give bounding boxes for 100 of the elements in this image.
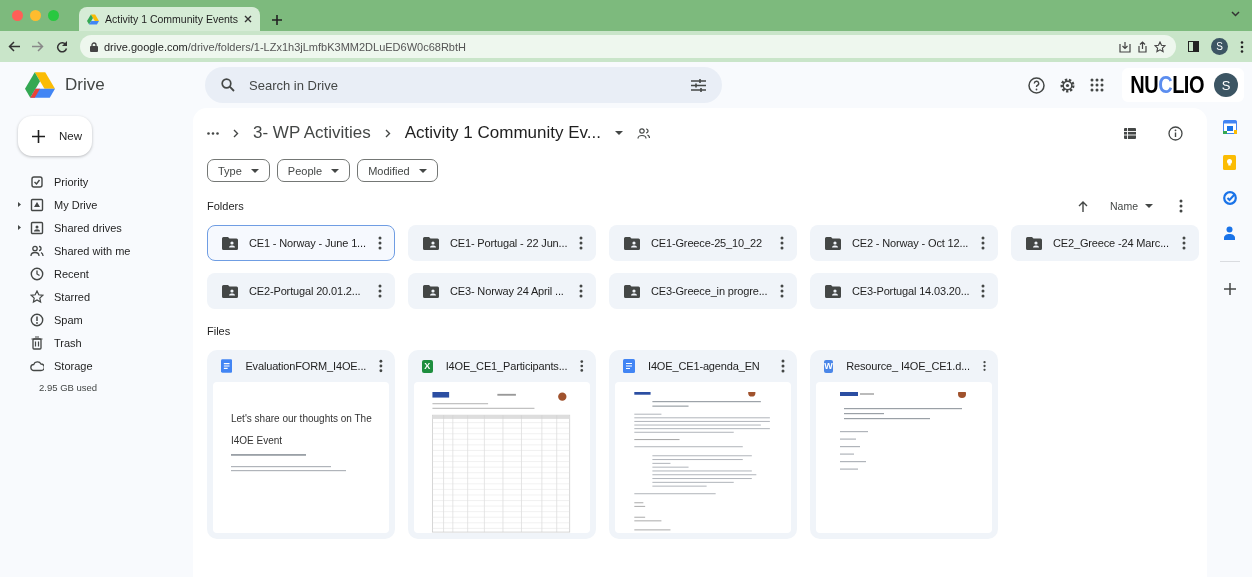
lock-icon xyxy=(90,41,98,52)
sidebar-item[interactable]: Shared drives xyxy=(18,216,193,239)
tasks-icon[interactable] xyxy=(1222,191,1237,205)
tab-title: Activity 1 Community Events xyxy=(105,13,239,25)
trash-icon xyxy=(30,335,44,350)
drive-logo-icon xyxy=(25,72,55,98)
share-icon[interactable] xyxy=(1137,40,1148,53)
list-view-icon[interactable] xyxy=(1124,127,1136,139)
more-options-icon[interactable] xyxy=(378,236,382,250)
sidebar-item[interactable]: Storage xyxy=(18,354,193,377)
breadcrumb-link[interactable]: 3- WP Activities xyxy=(253,123,371,143)
apps-grid-icon[interactable] xyxy=(1090,78,1105,92)
more-options-icon[interactable] xyxy=(378,284,382,298)
filter-chip[interactable]: Type xyxy=(207,159,270,182)
more-options-icon[interactable] xyxy=(379,359,383,373)
address-bar[interactable]: drive.google.com/drive/folders/1-LZx1h3jLmfbK3MM2DLuED6W0c68RbtH xyxy=(80,35,1176,58)
filter-chip[interactable]: People xyxy=(276,159,351,182)
priority-icon xyxy=(30,174,44,189)
sidebar-item[interactable]: Trash xyxy=(18,331,193,354)
forward-icon[interactable] xyxy=(32,41,44,52)
star-icon[interactable] xyxy=(1154,40,1166,53)
shared-folder-icon xyxy=(624,236,640,250)
more-options-icon[interactable] xyxy=(780,236,784,250)
search-icon xyxy=(221,78,235,92)
browser-tab[interactable]: Activity 1 Community Events xyxy=(79,7,261,31)
add-icon[interactable] xyxy=(1223,283,1236,295)
more-options-icon[interactable] xyxy=(981,236,985,250)
profile-avatar[interactable]: S xyxy=(1211,38,1228,55)
help-icon[interactable] xyxy=(1028,76,1046,94)
sort-direction-icon[interactable] xyxy=(1078,200,1088,212)
sidebar-item[interactable]: Recent xyxy=(18,262,193,285)
new-tab-icon[interactable] xyxy=(272,15,283,25)
side-panel-icon[interactable] xyxy=(1188,41,1199,52)
more-options-icon[interactable] xyxy=(579,236,583,250)
folder-item[interactable]: CE1-Greece-25_10_22 xyxy=(609,225,797,261)
more-options-icon[interactable] xyxy=(981,284,985,298)
caret-icon xyxy=(418,168,427,173)
folder-item[interactable]: CE3-Greece_in progre... xyxy=(609,273,797,309)
contacts-icon[interactable] xyxy=(1224,226,1235,240)
folder-item[interactable]: CE1- Portugal - 22 Jun... xyxy=(408,225,596,261)
people-icon xyxy=(30,243,44,258)
more-folders-icon[interactable] xyxy=(207,131,219,135)
more-options-icon[interactable] xyxy=(579,284,583,298)
breadcrumb-link[interactable]: Activity 1 Community Ev... xyxy=(404,123,601,143)
document-preview: Let's share our thoughts on The I4OE Event xyxy=(213,382,389,533)
url-text: drive.google.com/drive/folders/1-LZx1h3jLmfbK3MM2DLuED6W0c68RbtH xyxy=(104,40,466,53)
filter-options-icon[interactable] xyxy=(691,78,706,92)
organization-logo: NUCLIO xyxy=(1130,71,1204,99)
file-card[interactable]: I4OE_CE1-agenda_EN xyxy=(609,350,797,539)
expand-arrow-icon[interactable] xyxy=(18,225,21,230)
section-heading: Folders xyxy=(207,200,244,212)
plus-icon xyxy=(32,129,45,143)
caret-icon xyxy=(614,131,623,135)
app-name: Drive xyxy=(65,75,106,95)
folder-item[interactable]: CE3-Portugal 14.03.20... xyxy=(810,273,998,309)
section-heading: Files xyxy=(207,325,231,337)
calendar-icon[interactable] xyxy=(1222,120,1237,134)
more-options-icon[interactable] xyxy=(580,359,584,373)
filter-chip[interactable]: Modified xyxy=(357,159,438,182)
shared-folder-icon xyxy=(1026,236,1042,250)
more-options-icon[interactable] xyxy=(982,359,986,373)
reload-icon[interactable] xyxy=(56,40,68,53)
new-button[interactable]: New xyxy=(18,116,92,156)
storage-usage-text: 2.95 GB used xyxy=(39,382,98,393)
folder-item[interactable]: CE2-Portugal 20.01.2... xyxy=(207,273,395,309)
file-card[interactable]: W Resource_ I4OE_CE1.d... xyxy=(810,350,998,539)
caret-icon xyxy=(1145,204,1153,208)
file-card[interactable]: EvaluationFORM_I4OE... Let's share our thoughts on The I4OE Event xyxy=(207,350,395,539)
account-avatar[interactable]: S xyxy=(1214,73,1238,97)
more-options-icon[interactable] xyxy=(781,359,785,373)
more-options-icon[interactable] xyxy=(1179,199,1183,213)
sidebar-item[interactable]: My Drive xyxy=(18,193,193,216)
folder-item[interactable]: CE2_Greece -24 Marc... xyxy=(1011,225,1199,261)
expand-arrow-icon[interactable] xyxy=(18,202,21,207)
sidebar-item[interactable]: Starred xyxy=(18,285,193,308)
install-icon[interactable] xyxy=(1119,40,1131,53)
sidebar-item[interactable]: Priority xyxy=(18,170,193,193)
caret-icon xyxy=(331,168,340,173)
folder-item[interactable]: CE2 - Norway - Oct 12... xyxy=(810,225,998,261)
sidebar-item[interactable]: Spam xyxy=(18,308,193,331)
more-options-icon[interactable] xyxy=(1240,40,1244,53)
file-card[interactable]: X I4OE_CE1_Participants... xyxy=(408,350,596,539)
clock-icon xyxy=(30,266,44,281)
close-icon[interactable] xyxy=(244,15,253,23)
settings-icon[interactable] xyxy=(1059,76,1077,94)
sort-field-link[interactable]: Name xyxy=(1110,200,1138,212)
document-icon xyxy=(221,359,233,373)
chevron-down-icon[interactable] xyxy=(1231,11,1240,17)
info-icon[interactable] xyxy=(1168,125,1183,141)
more-options-icon[interactable] xyxy=(1182,236,1186,250)
shared-folder-icon xyxy=(624,284,640,298)
sidebar-item[interactable]: Shared with me xyxy=(18,239,193,262)
shared-folder-icon xyxy=(423,284,439,298)
more-options-icon[interactable] xyxy=(780,284,784,298)
folder-item[interactable]: CE3- Norway 24 April ... xyxy=(408,273,596,309)
back-icon[interactable] xyxy=(8,41,20,52)
folder-item[interactable]: CE1 - Norway - June 1... xyxy=(207,225,395,261)
shared-people-icon xyxy=(636,127,650,139)
search-field[interactable]: Search in Drive xyxy=(205,67,722,103)
shared-folder-icon xyxy=(825,236,841,250)
